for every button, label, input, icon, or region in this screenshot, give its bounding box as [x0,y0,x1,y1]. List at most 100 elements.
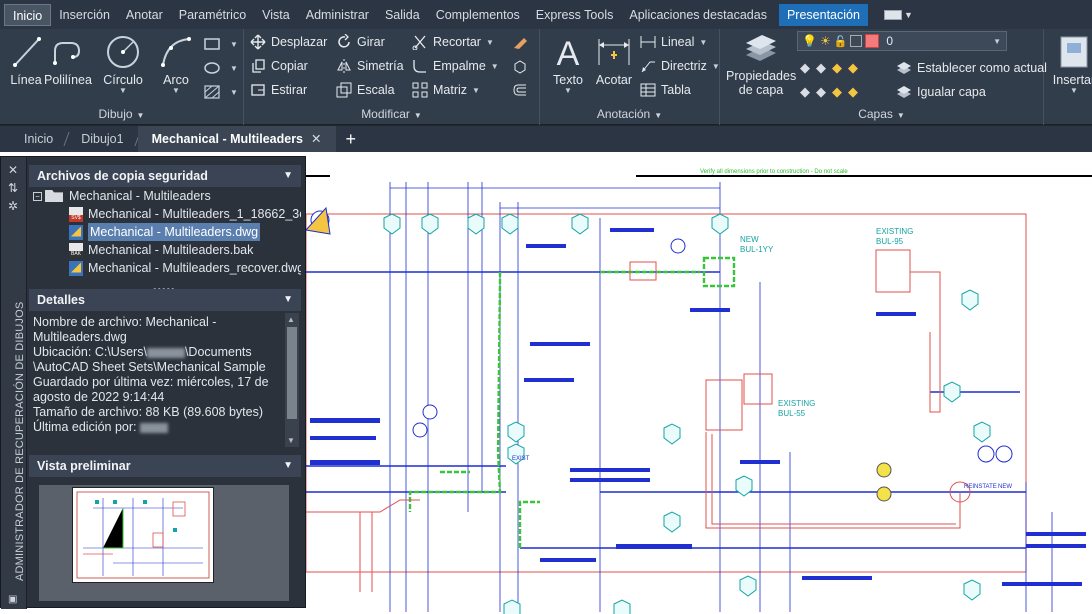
annotation-panel-label: Anotación [596,107,651,121]
palette-menu-icon[interactable]: ▣ [8,594,17,605]
autohide-icon[interactable]: ⇅ [8,181,18,195]
layer-unisolate-icon[interactable]: ◆ [800,84,810,100]
polyline-button[interactable]: Polilínea [42,31,94,103]
layers-panel-title[interactable]: Capas ▼ [720,105,1043,123]
move-button[interactable]: Desplazar [250,31,327,53]
hatch-button[interactable]: ▼ [204,57,238,79]
leader-button[interactable]: Directriz ▼ [640,55,720,77]
copy-button[interactable]: Copiar [250,55,308,77]
details-section-header[interactable]: Detalles ▼ [29,289,301,311]
layer-isolate-icon[interactable]: ◆ [816,60,826,76]
layer-off-icon[interactable]: ◆ [800,60,810,76]
tab-salida[interactable]: Salida [377,4,428,26]
tab-express-tools[interactable]: Express Tools [528,4,622,26]
circle-button[interactable]: Círculo ▼ [97,31,149,103]
doc-tab-home[interactable]: Inicio [10,126,67,152]
preview-section-header[interactable]: Vista preliminar ▼ [29,455,301,477]
layer-on-icon[interactable]: ◆ [816,84,826,100]
rectangle-button[interactable]: ▼ [204,33,238,55]
palette-sidebar: ✕ ⇅ ✲ ADMINISTRADOR DE RECUPERACIÓN DE D… [1,157,27,609]
trim-button[interactable]: Recortar ▼ [412,31,494,53]
annotation-panel-title[interactable]: Anotación ▼ [540,105,719,123]
layer-unlock-icon[interactable]: ◆ [848,84,858,100]
tab-parametrico[interactable]: Paramétrico [171,4,254,26]
modify-panel-title[interactable]: Modificar ▼ [244,105,539,123]
draw-panel-title[interactable]: Dibujo ▼ [0,105,243,123]
fillet-icon [413,60,426,73]
layer-thaw-icon[interactable]: ◆ [832,84,842,100]
layer-properties-label-2: de capa [738,83,784,97]
layer-freeze-icon[interactable]: ◆ [832,60,842,76]
tab-vista[interactable]: Vista [254,4,298,26]
arc-button[interactable]: Arco ▼ [150,31,202,103]
tree-file-row[interactable]: BAK Mechanical - Multileaders.bak [69,241,253,259]
doc-tab-active[interactable]: Mechanical - Multileaders ✕ [137,126,336,152]
gradient-button[interactable]: ▼ [204,81,238,103]
detail-last-edit: Última edición por: [33,420,299,435]
panel-modify: Desplazar Copiar Estirar Girar Simetría … [244,29,540,125]
chevron-down-icon[interactable]: ▼ [97,87,149,95]
layer-tools-row-2: ◆ ◆ ◆ ◆ [800,81,864,103]
close-icon[interactable]: ✕ [8,163,18,177]
offset-icon [513,84,526,96]
scroll-down-icon[interactable]: ▼ [287,436,295,445]
dimension-button[interactable]: Acotar [590,31,638,103]
chevron-down-icon: ▼ [413,111,422,120]
rotate-button[interactable]: Girar [336,31,385,53]
scale-button[interactable]: Escala [336,79,395,101]
color-swatch-icon [865,34,880,48]
tree-root[interactable]: − Mechanical - Multileaders [33,187,211,205]
layer-dropdown[interactable]: 💡 ☀ 🔓 0 ▼ [797,31,1007,51]
tab-administrar[interactable]: Administrar [298,4,377,26]
make-current-button[interactable]: Establecer como actual [896,57,1047,79]
text-button[interactable]: A Texto ▼ [542,31,594,103]
scrollbar-thumb[interactable] [287,327,297,419]
layer-lock-icon[interactable]: ◆ [848,60,858,76]
tab-aplicaciones-destacadas[interactable]: Aplicaciones destacadas [621,4,775,26]
tree-file-row[interactable]: SV$ Mechanical - Multileaders_1_18662_3e… [69,205,301,223]
north-arrow-icon [305,206,331,235]
array-button[interactable]: Matriz ▼ [412,79,480,101]
offset-button[interactable] [512,79,533,101]
linear-dim-button[interactable]: Lineal ▼ [640,31,707,53]
backups-section-header[interactable]: Archivos de copia seguridad ▼ [29,165,301,187]
tab-anotar[interactable]: Anotar [118,4,171,26]
label-reinstate: REINSTATE [964,484,997,490]
scale-label: Escala [357,83,395,97]
dwg-file-icon [69,224,83,240]
details-scrollbar[interactable]: ▲ ▼ [285,313,299,447]
doc-tab-drawing1[interactable]: Dibujo1 [67,126,137,152]
stretch-button[interactable]: Estirar [250,79,307,101]
tab-inicio[interactable]: Inicio [4,3,52,26]
scroll-up-icon[interactable]: ▲ [287,315,295,324]
detail-saved-1: Guardado por última vez: miércoles, 17 d… [33,375,269,389]
fillet-button[interactable]: Empalme ▼ [412,55,499,77]
erase-button[interactable] [512,31,533,53]
text-icon: A [557,35,580,71]
insert-block-button[interactable]: Insertar ▼ [1048,31,1092,103]
close-icon[interactable]: ✕ [311,132,321,146]
collapse-icon[interactable]: − [33,191,42,201]
explode-button[interactable] [512,55,533,77]
tab-insercion[interactable]: Inserción [51,4,118,26]
doc-tab-active-label: Mechanical - Multileaders [151,132,304,146]
tab-presentacion[interactable]: Presentación [778,3,868,26]
table-button[interactable]: Tabla [640,79,691,101]
layer-properties-button[interactable]: Propiedades de capa [726,31,796,103]
tree-file-row[interactable]: Mechanical - Multileaders.dwg [69,223,261,241]
match-layer-button[interactable]: Igualar capa [896,81,986,103]
mirror-button[interactable]: Simetría [336,55,404,77]
new-tab-button[interactable]: + [346,129,357,150]
move-icon [250,34,266,50]
properties-icon[interactable]: ✲ [8,199,18,213]
chevron-down-icon[interactable]: ▼ [542,87,594,95]
polyline-label: Polilínea [44,73,92,87]
svg-text:A: A [557,35,580,71]
polyline-icon [53,42,81,65]
panel-annotation: A Texto ▼ Acotar Lineal ▼ Directriz ▼ Tabl… [540,29,720,125]
ribbon-state-toggle[interactable]: ▼ [883,9,913,20]
chevron-down-icon: ▼ [993,36,1001,46]
tab-complementos[interactable]: Complementos [428,4,528,26]
tree-file-row[interactable]: Mechanical - Multileaders_recover.dwg [69,259,301,277]
chevron-down-icon[interactable]: ▼ [150,87,202,95]
